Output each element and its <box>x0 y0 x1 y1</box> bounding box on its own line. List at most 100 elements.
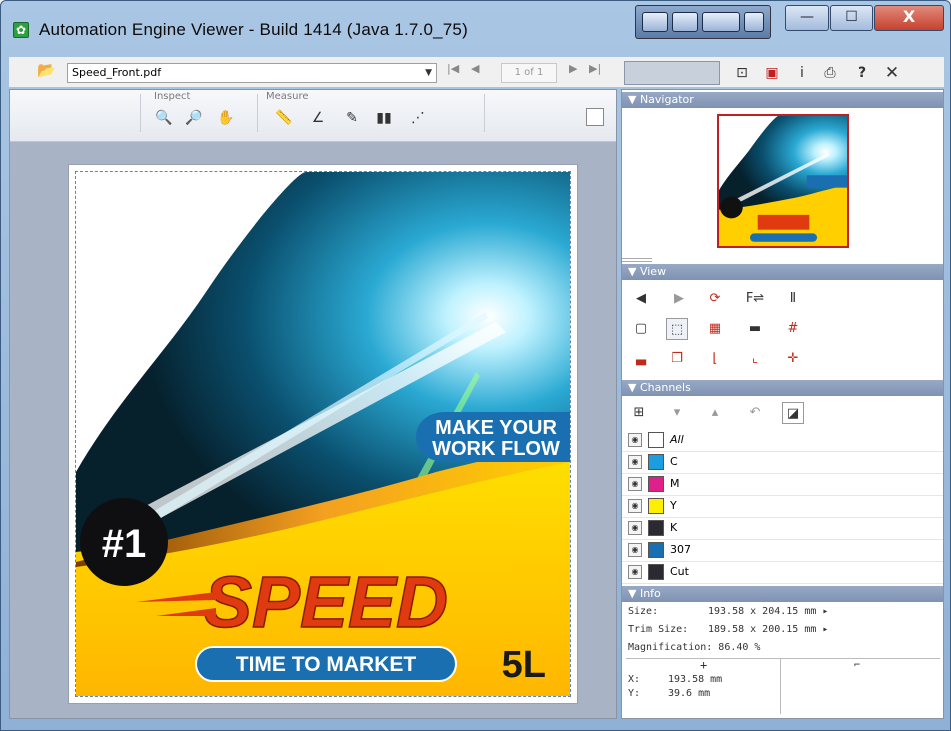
previous-icon[interactable]: ◀ <box>630 288 652 310</box>
x-value: 193.58 mm <box>668 674 723 685</box>
media-box-icon[interactable]: ▢ <box>630 318 652 340</box>
fit-page-icon[interactable]: ⊡ <box>731 62 753 84</box>
settings-icon[interactable] <box>672 12 698 32</box>
measure-group-label: Measure <box>266 91 309 102</box>
search-field[interactable] <box>624 61 720 85</box>
next-icon[interactable]: ▶ <box>668 288 690 310</box>
angle-marks-icon[interactable]: ⌞ <box>744 348 766 370</box>
app-gear-icon: ✿ <box>13 22 29 38</box>
corner-marks-icon[interactable]: ⌊ <box>704 348 726 370</box>
close-icon[interactable]: ✕ <box>881 62 903 84</box>
table-icon[interactable]: ⊞ <box>628 402 650 424</box>
channel-name: All <box>670 433 684 446</box>
view-header[interactable]: ▼ View <box>622 264 943 280</box>
layers-icon[interactable]: ❐ <box>666 348 688 370</box>
open-folder-icon[interactable]: 📂 <box>37 61 57 81</box>
side-panel: ▼ Navigator ▼ View ◀ ▶ ⟳ F⇌ Ⅱ ▢ ⬚ ▦ ▬ # … <box>621 89 944 719</box>
flip-icon[interactable]: F⇌ <box>744 288 766 310</box>
first-page-icon[interactable]: |◀ <box>447 62 459 75</box>
channel-row-all[interactable]: ◉ All <box>622 430 943 452</box>
thumbnail-graphic <box>719 116 847 246</box>
baseline-icon[interactable]: ▃ <box>630 348 652 370</box>
eye-icon[interactable]: ◉ <box>628 455 642 469</box>
close-button[interactable]: X <box>874 5 944 31</box>
zoom-out-icon[interactable]: 🔎 <box>182 106 206 130</box>
file-selector[interactable]: Speed_Front.pdf ▼ <box>67 63 437 83</box>
channel-name: 307 <box>670 543 691 556</box>
distance-icon[interactable]: ⋰ <box>406 106 430 130</box>
move-down-icon[interactable]: ▾ <box>666 402 688 424</box>
text-box-icon[interactable]: Ⅱ <box>782 288 804 310</box>
crosshair-icon[interactable]: ✛ <box>782 348 804 370</box>
grid-lines-icon[interactable]: # <box>782 318 804 340</box>
page-indicator[interactable]: 1 of 1 <box>501 63 557 83</box>
headline-line1: MAKE YOUR <box>435 417 557 439</box>
screen-icon[interactable] <box>702 12 740 32</box>
undo-icon[interactable]: ↶ <box>744 402 766 424</box>
channel-row-y[interactable]: ◉ Y <box>622 496 943 518</box>
panel-toggle-icon[interactable] <box>586 108 604 126</box>
coordinate-box <box>626 658 940 714</box>
channel-row-cut[interactable]: ◉ Cut <box>622 562 943 584</box>
eye-icon[interactable]: ◉ <box>628 499 642 513</box>
zoom-in-icon[interactable]: 🔍 <box>152 106 176 130</box>
channel-name: Cut <box>670 565 689 578</box>
divider <box>257 94 258 132</box>
densitometer-icon[interactable]: ✎ <box>340 106 364 130</box>
tagline: TIME TO MARKET <box>236 653 417 676</box>
maximize-button[interactable]: ☐ <box>830 5 873 31</box>
headline-line2: WORK FLOW <box>432 438 560 460</box>
rotate-icon[interactable]: ⟳ <box>704 288 726 310</box>
channel-swatch <box>648 542 664 558</box>
channel-row-k[interactable]: ◉ K <box>622 518 943 540</box>
info-icon[interactable]: i <box>791 62 813 84</box>
navigator-thumbnail[interactable] <box>717 114 849 248</box>
number-one-badge: #1 <box>102 522 147 566</box>
channels-header[interactable]: ▼ Channels <box>622 380 943 396</box>
move-up-icon[interactable]: ▴ <box>704 402 726 424</box>
trim-size-label: Trim Size: <box>628 624 689 635</box>
record-icon[interactable] <box>642 12 668 32</box>
eye-icon[interactable]: ◉ <box>628 565 642 579</box>
chevron-down-icon[interactable]: ▼ <box>425 64 432 82</box>
channel-swatch <box>648 476 664 492</box>
eye-icon[interactable]: ◉ <box>628 543 642 557</box>
last-page-icon[interactable]: ▶| <box>589 62 601 75</box>
previous-page-icon[interactable]: ◀ <box>471 62 479 75</box>
minimize-button[interactable]: — <box>785 5 829 31</box>
channel-row-c[interactable]: ◉ C <box>622 452 943 474</box>
channel-row-m[interactable]: ◉ M <box>622 474 943 496</box>
eye-icon[interactable]: ◉ <box>628 521 642 535</box>
eye-icon[interactable]: ◉ <box>628 433 642 447</box>
help-icon[interactable]: ? <box>851 62 873 84</box>
navigator-header[interactable]: ▼ Navigator <box>622 92 943 108</box>
panel-resize-grip[interactable] <box>622 258 652 262</box>
info-header[interactable]: ▼ Info <box>622 586 943 602</box>
channel-swatch <box>648 432 664 448</box>
eye-icon[interactable]: ◉ <box>628 477 642 491</box>
corner-icon: ⌐ <box>854 660 861 671</box>
document-viewer: Inspect Measure 🔍 🔎 ✋ 📏 ∠ ✎ ▮▮ ⋰ MAKE YO… <box>9 89 617 719</box>
crop-box-icon[interactable]: ▬ <box>744 318 766 340</box>
ruler-icon[interactable]: 📏 <box>272 106 296 130</box>
crosshair-icon: + <box>700 658 708 672</box>
hand-tool-icon[interactable]: ✋ <box>214 106 238 130</box>
separations-icon[interactable]: ▣ <box>761 62 783 84</box>
print-icon[interactable]: ⎙ <box>819 62 841 84</box>
y-label: Y: <box>628 688 641 699</box>
inspect-group-label: Inspect <box>154 91 191 102</box>
trim-size-value[interactable]: 189.58 x 200.15 mm ▸ <box>708 624 828 635</box>
bleed-box-icon[interactable]: ▦ <box>704 318 726 340</box>
label-artwork: MAKE YOUR WORK FLOW #1 SPEED TIME TO MAR… <box>75 171 571 697</box>
barcode-icon[interactable]: ▮▮ <box>372 106 396 130</box>
divider <box>140 94 141 132</box>
angle-icon[interactable]: ∠ <box>306 106 330 130</box>
channel-row-307[interactable]: ◉ 307 <box>622 540 943 562</box>
channel-swatch <box>648 454 664 470</box>
size-value[interactable]: 193.58 x 204.15 mm ▸ <box>708 606 828 617</box>
next-page-icon[interactable]: ▶ <box>569 62 577 75</box>
invert-icon[interactable]: ◪ <box>782 402 804 424</box>
camera-icon[interactable] <box>744 12 764 32</box>
channel-swatch <box>648 520 664 536</box>
trim-box-icon[interactable]: ⬚ <box>666 318 688 340</box>
